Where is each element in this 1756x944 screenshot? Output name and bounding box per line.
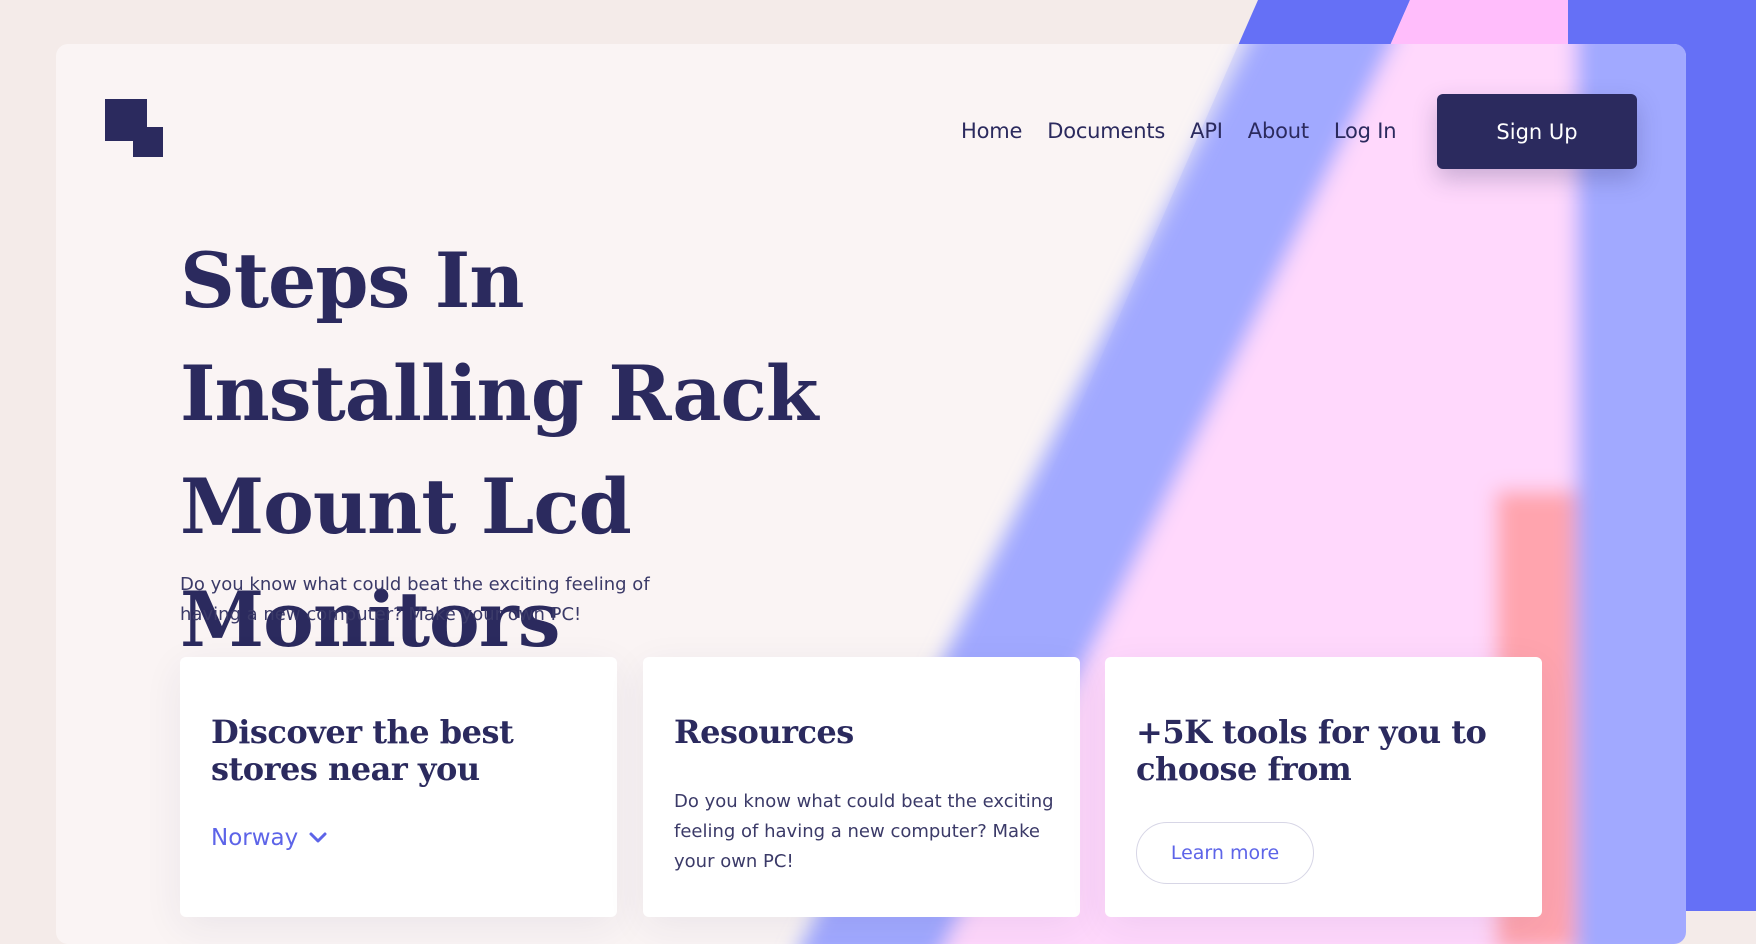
tools-card-title: +5K tools for you to choose from [1136, 713, 1487, 788]
nav-api-link[interactable]: API [1190, 116, 1223, 146]
tools-card: +5K tools for you to choose from Learn m… [1105, 657, 1542, 917]
resources-card: Resources Do you know what could beat th… [643, 657, 1080, 917]
country-select-value: Norway [211, 825, 299, 851]
country-select[interactable]: Norway [211, 825, 328, 851]
chevron-down-icon [309, 832, 327, 843]
stores-card: Discover the best stores near you Norway [180, 657, 617, 917]
page-card: Home Documents API About Log In Sign Up … [56, 44, 1686, 944]
main-nav: Home Documents API About Log In [961, 116, 1421, 146]
signup-button[interactable]: Sign Up [1437, 94, 1637, 169]
nav-home-link[interactable]: Home [961, 116, 1022, 146]
nav-about-link[interactable]: About [1248, 116, 1309, 146]
hero-subtitle: Do you know what could beat the exciting… [180, 574, 650, 625]
nav-login-link[interactable]: Log In [1334, 116, 1397, 146]
nav-documents-link[interactable]: Documents [1047, 116, 1165, 146]
learn-more-button[interactable]: Learn more [1136, 822, 1314, 884]
stores-card-title: Discover the best stores near you [211, 713, 514, 788]
resources-card-title: Resources [674, 713, 854, 751]
logo-icon[interactable] [105, 99, 165, 159]
resources-card-body: Do you know what could beat the exciting… [674, 791, 1054, 872]
